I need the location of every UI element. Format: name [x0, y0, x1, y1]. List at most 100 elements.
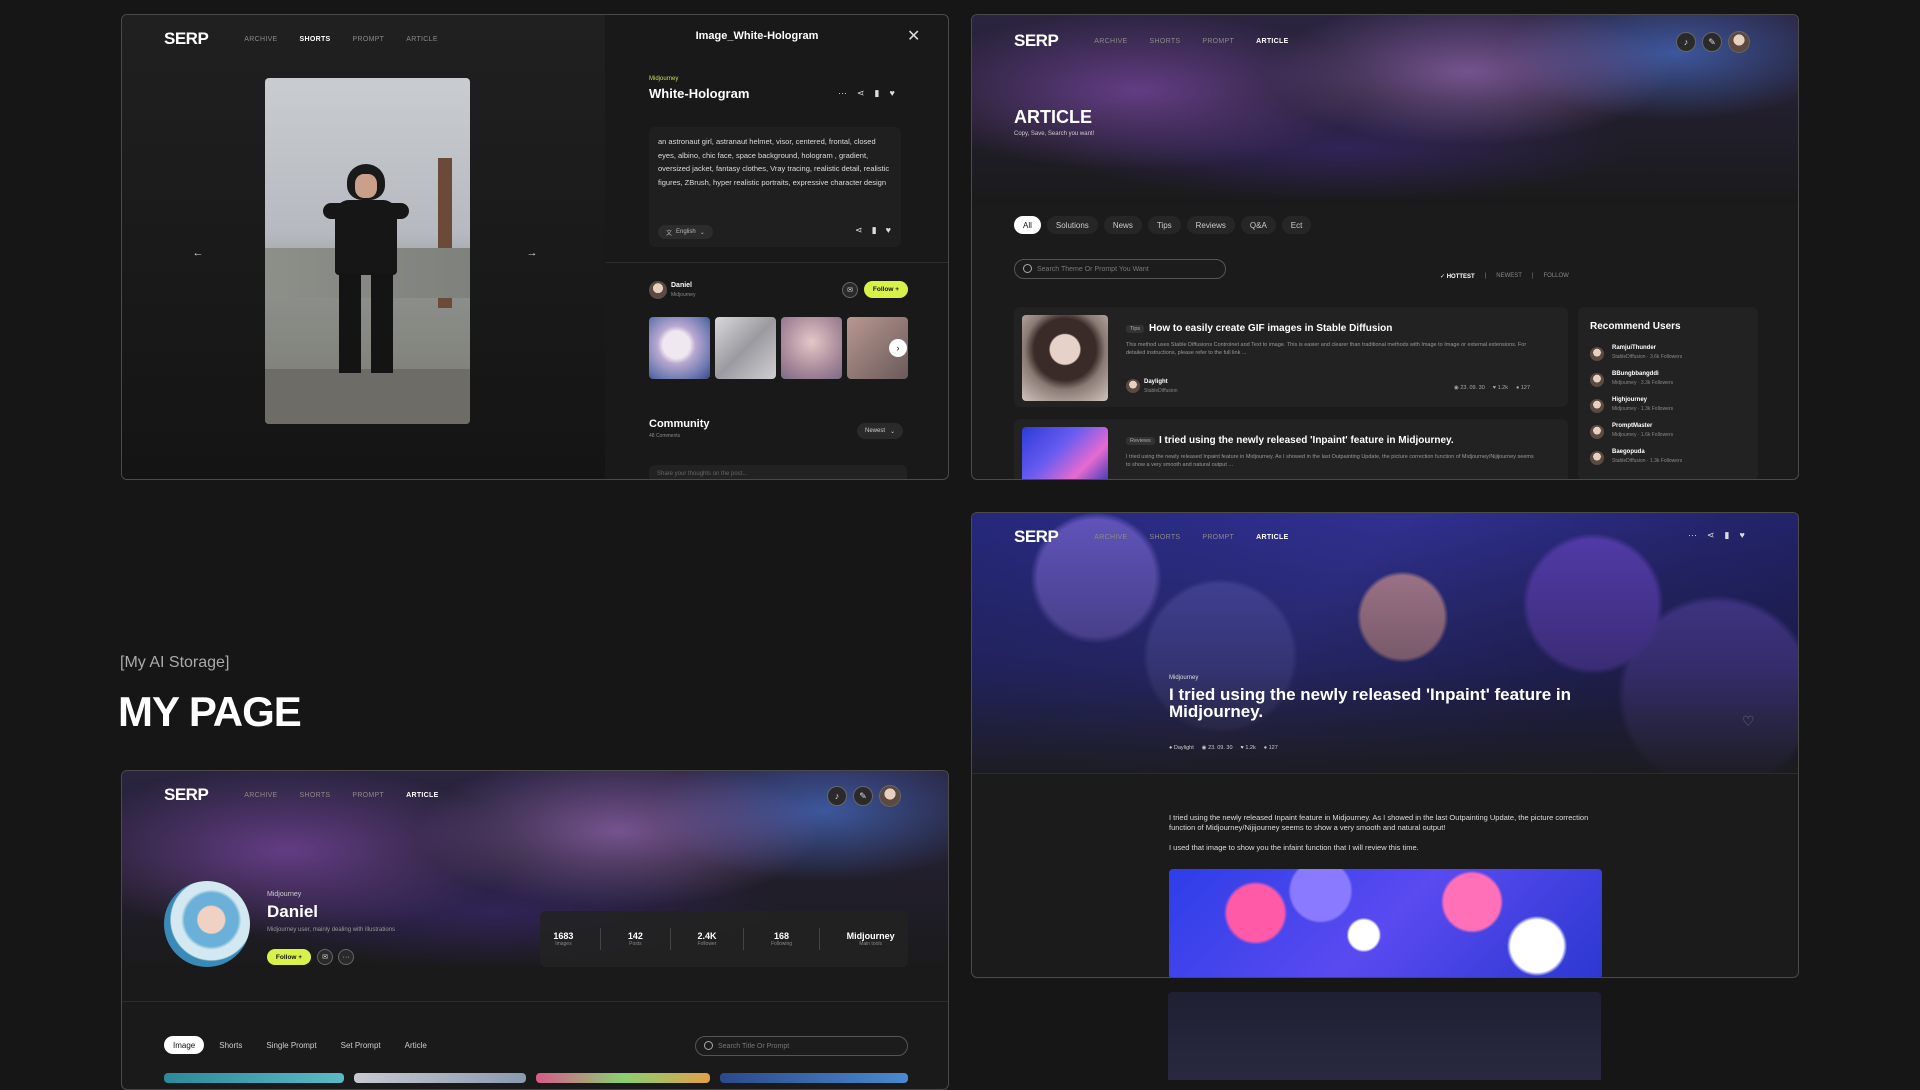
share-icon[interactable]: ⋖ [855, 225, 863, 236]
nav-prompt[interactable]: PROMPT [353, 36, 385, 43]
edit-icon[interactable]: ✎ [853, 786, 873, 806]
bell-icon[interactable]: ♪ [827, 786, 847, 806]
sort-newest[interactable]: NEWEST [1496, 273, 1522, 280]
follow-button[interactable]: Follow + [267, 949, 311, 965]
search-input[interactable]: Search Title Or Prompt [695, 1036, 908, 1056]
tab-image[interactable]: Image [164, 1036, 205, 1054]
heart-icon[interactable]: ♡ [1742, 713, 1755, 730]
top-nav: SERP ARCHIVE SHORTS PROMPT ARTICLE [164, 785, 439, 805]
tab-all[interactable]: All [1014, 216, 1041, 234]
profile-avatar[interactable] [879, 785, 901, 807]
sort-follow[interactable]: FOLLOW [1544, 273, 1569, 280]
heart-icon[interactable]: ♥ [1740, 530, 1745, 541]
tab-article[interactable]: Article [396, 1036, 436, 1054]
logo[interactable]: SERP [1014, 31, 1059, 51]
bookmark-icon[interactable]: ▮ [872, 225, 877, 236]
nav-prompt[interactable]: PROMPT [352, 792, 384, 799]
detail-title: Image_White-Hologram [695, 30, 819, 42]
logo[interactable]: SERP [164, 785, 209, 805]
bookmark-icon[interactable]: ▮ [1725, 530, 1730, 541]
tab-ect[interactable]: Ect [1281, 216, 1312, 234]
share-icon[interactable]: ⋖ [1707, 530, 1715, 541]
nav-prompt[interactable]: PROMPT [1202, 38, 1234, 45]
nav-archive[interactable]: ARCHIVE [244, 792, 277, 799]
tab-qa[interactable]: Q&A [1240, 216, 1276, 234]
sort-hottest[interactable]: ✓ HOTTEST [1440, 273, 1475, 280]
follow-button[interactable]: Follow + [864, 281, 908, 298]
tab-set-prompt[interactable]: Set Prompt [332, 1036, 390, 1054]
nav-shorts[interactable]: SHORTS [300, 792, 331, 799]
article-list-panel: SERP ARCHIVE SHORTS PROMPT ARTICLE ♪ ✎ A… [971, 14, 1799, 480]
close-icon[interactable]: ✕ [907, 26, 920, 46]
more-icon[interactable]: ··· [338, 949, 354, 965]
comment-input[interactable]: Share your thoughts on the post... [649, 465, 907, 479]
article-tag: Reviews [1126, 437, 1155, 445]
author-avatar[interactable] [649, 281, 667, 299]
article-card[interactable]: Reviews I tried using the newly released… [1014, 419, 1568, 479]
related-image-2[interactable] [715, 317, 776, 379]
profile-bio: Midjourney user, mainly dealing with ill… [267, 927, 396, 933]
nav-archive[interactable]: ARCHIVE [1094, 38, 1127, 45]
nav-shorts[interactable]: SHORTS [300, 36, 331, 43]
gallery-thumb[interactable] [354, 1073, 526, 1083]
message-icon[interactable]: ✉ [842, 282, 858, 298]
logo[interactable]: SERP [164, 29, 209, 49]
prev-arrow-icon[interactable]: ← [188, 243, 208, 263]
tab-tips[interactable]: Tips [1147, 216, 1181, 234]
more-icon[interactable]: ··· [1688, 530, 1697, 541]
nav-article[interactable]: ARTICLE [1256, 534, 1288, 541]
heart-icon[interactable]: ♥ [886, 225, 891, 236]
comments-count: 48 Comments [649, 433, 681, 439]
share-icon[interactable]: ⋖ [857, 88, 865, 99]
tab-single-prompt[interactable]: Single Prompt [257, 1036, 325, 1054]
search-input[interactable]: Search Theme Or Prompt You Want [1014, 259, 1226, 279]
content-tabs: Image Shorts Single Prompt Set Prompt Ar… [164, 1036, 436, 1054]
carousel-next-icon[interactable]: › [889, 339, 907, 357]
article-title: How to easily create GIF images in Stabl… [1149, 323, 1393, 334]
nav-archive[interactable]: ARCHIVE [244, 36, 277, 43]
article-card[interactable]: Tips How to easily create GIF images in … [1014, 307, 1568, 407]
divider [972, 773, 1798, 774]
bookmark-icon[interactable]: ▮ [875, 88, 880, 99]
profile-avatar[interactable] [1728, 31, 1750, 53]
edit-icon[interactable]: ✎ [1702, 32, 1722, 52]
top-nav: SERP ARCHIVE SHORTS PROMPT ARTICLE [164, 29, 438, 49]
logo[interactable]: SERP [1014, 527, 1059, 547]
more-icon[interactable]: ··· [838, 88, 847, 99]
user-avatar [1590, 399, 1604, 413]
next-arrow-icon[interactable]: → [522, 243, 542, 263]
user-sub: Midjourney · 1.6k Followers [1612, 432, 1674, 438]
nav-archive[interactable]: ARCHIVE [1094, 534, 1127, 541]
nav-article[interactable]: ARTICLE [1256, 38, 1288, 45]
gallery-thumb[interactable] [164, 1073, 344, 1083]
heart-icon: ♥ 1.2k [1492, 385, 1508, 391]
stat-divider [818, 928, 820, 950]
chevron-down-icon: ⌄ [699, 229, 705, 236]
author-name[interactable]: Daniel [671, 282, 692, 289]
gallery-thumb[interactable] [720, 1073, 908, 1083]
bell-icon[interactable]: ♪ [1676, 32, 1696, 52]
profile-avatar-large [164, 881, 250, 967]
nav-article[interactable]: ARTICLE [406, 36, 438, 43]
language-select[interactable]: 文 English ⌄ [658, 225, 713, 239]
user-name: BBungbbangddi [1612, 371, 1659, 377]
nav-article[interactable]: ARTICLE [406, 792, 438, 799]
message-icon[interactable]: ✉ [317, 949, 333, 965]
nav-shorts[interactable]: SHORTS [1150, 38, 1181, 45]
related-image-1[interactable] [649, 317, 710, 379]
image-name: White-Hologram [649, 86, 750, 101]
related-image-3[interactable] [781, 317, 842, 379]
stat-follower: 2.4K Follower [697, 931, 717, 947]
page-subheading: Copy, Save, Search you want! [1014, 131, 1095, 137]
heart-icon[interactable]: ♥ [890, 88, 895, 99]
tab-reviews[interactable]: Reviews [1186, 216, 1235, 234]
nav-prompt[interactable]: PROMPT [1202, 534, 1234, 541]
tab-solutions[interactable]: Solutions [1046, 216, 1098, 234]
gallery-thumb[interactable] [536, 1073, 710, 1083]
nav-shorts[interactable]: SHORTS [1150, 534, 1181, 541]
author-avatar[interactable] [1126, 379, 1140, 393]
tab-news[interactable]: News [1103, 216, 1142, 234]
tab-shorts[interactable]: Shorts [210, 1036, 251, 1054]
stat-main-tool: Midjourney Main tools [846, 931, 895, 947]
sort-select[interactable]: Newest ⌄ [857, 423, 904, 439]
